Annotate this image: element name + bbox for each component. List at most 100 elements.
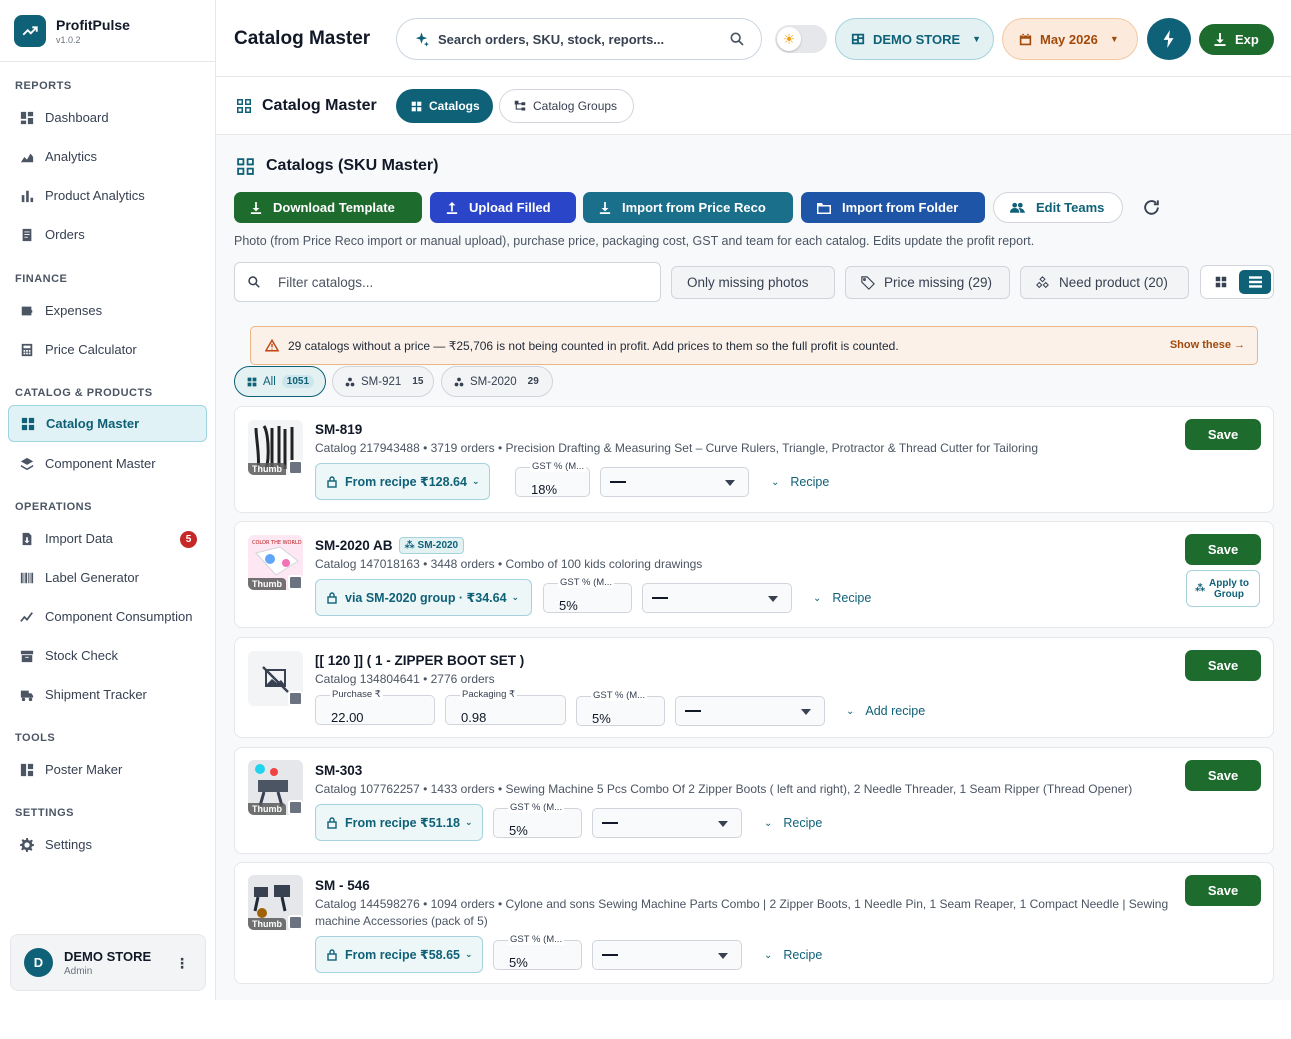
sidebar-item-label-generator[interactable]: Label Generator [0, 558, 215, 597]
sidebar-item-settings[interactable]: Settings [0, 825, 215, 864]
recipe-link[interactable]: ⌄Recipe [764, 816, 822, 830]
add-recipe-link[interactable]: ⌄Add recipe [846, 704, 925, 718]
camera-icon[interactable] [288, 800, 303, 815]
dashboard-icon [20, 111, 34, 125]
upload-filled-button[interactable]: Upload Filled [430, 192, 576, 223]
purchase-price-field[interactable]: Purchase ₹22.00 [315, 695, 435, 725]
grid-view-icon[interactable] [1205, 270, 1236, 294]
export-button[interactable]: Exp [1199, 24, 1274, 55]
field-label: GST % (M... [508, 934, 564, 945]
refresh-icon[interactable] [1142, 198, 1161, 217]
product-thumbnail[interactable]: COLOR THE WORLD Thumb [248, 535, 303, 590]
list-view-icon[interactable] [1239, 270, 1271, 294]
sidebar-item-orders[interactable]: Orders [0, 215, 215, 254]
recipe-cost-button[interactable]: From recipe ₹58.65⌄ [315, 936, 483, 973]
save-button[interactable]: Save [1185, 419, 1261, 450]
save-button[interactable]: Save [1185, 534, 1261, 565]
packaging-cost-field[interactable]: Packaging ₹0.98 [445, 695, 566, 725]
chip-label: Only missing photos [687, 275, 809, 290]
download-template-button[interactable]: Download Template [234, 192, 422, 223]
month-selector[interactable]: May 2026 ▼ [1002, 18, 1138, 60]
button-label: Import from Price Reco [622, 200, 766, 215]
gst-field[interactable]: GST % (M...5% [493, 940, 582, 970]
team-select[interactable] [592, 940, 742, 970]
team-select[interactable] [642, 583, 792, 613]
recipe-label: via SM-2020 group · ₹34.64 [345, 590, 507, 605]
team-select[interactable] [675, 696, 825, 726]
edit-teams-button[interactable]: Edit Teams [993, 192, 1123, 223]
group-tab-all[interactable]: All1051 [234, 366, 326, 397]
chip-price-missing[interactable]: Price missing (29) [845, 266, 1010, 299]
apply-to-group-button[interactable]: ⁂Apply to Group [1186, 570, 1260, 607]
camera-icon[interactable] [288, 915, 303, 930]
grid-icon [236, 157, 255, 176]
sidebar-item-catalog-master[interactable]: Catalog Master [8, 405, 207, 442]
search-icon[interactable] [729, 31, 745, 47]
camera-icon[interactable] [288, 575, 303, 590]
caret-down-icon [718, 953, 728, 959]
group-tab-sm-921[interactable]: SM-92115 [332, 366, 434, 397]
store-selector[interactable]: DEMO STORE ▼ [835, 18, 994, 60]
field-label: Packaging ₹ [460, 689, 517, 700]
tab-catalog-groups[interactable]: Catalog Groups [499, 89, 634, 123]
chip-missing-photos[interactable]: Only missing photos [671, 266, 835, 299]
sidebar-item-shipment-tracker[interactable]: Shipment Tracker [0, 675, 215, 714]
sku-text: SM-2020 AB [315, 538, 393, 553]
recipe-cost-button[interactable]: From recipe ₹51.18⌄ [315, 804, 483, 841]
packaging-value: 0.98 [461, 710, 486, 725]
import-price-reco-button[interactable]: Import from Price Reco [583, 192, 793, 223]
gst-field[interactable]: GST % (M...5% [543, 583, 632, 613]
caret-down-icon [718, 821, 728, 827]
quick-action-button[interactable] [1147, 18, 1191, 60]
nav-section-settings: SETTINGS [0, 803, 215, 823]
sidebar-item-poster-maker[interactable]: Poster Maker [0, 750, 215, 789]
save-button[interactable]: Save [1185, 650, 1261, 681]
product-thumbnail[interactable] [248, 651, 303, 706]
tab-catalogs[interactable]: Catalogs [396, 89, 493, 123]
theme-toggle[interactable]: ☀ [775, 25, 827, 53]
sidebar-item-analytics[interactable]: Analytics [0, 137, 215, 176]
filter-catalogs-input[interactable]: Filter catalogs... [234, 262, 661, 302]
recipe-link[interactable]: ⌄Recipe [813, 591, 871, 605]
search-input[interactable]: Search orders, SKU, stock, reports... [438, 32, 729, 47]
sidebar-item-import-data[interactable]: Import Data5 [0, 519, 215, 558]
kebab-menu-icon[interactable]: ⋮ [175, 955, 189, 972]
product-thumbnail[interactable]: Thumb [248, 420, 303, 475]
global-search[interactable]: Search orders, SKU, stock, reports... [396, 18, 762, 60]
sidebar-item-expenses[interactable]: Expenses [0, 291, 215, 330]
sidebar-item-product-analytics[interactable]: Product Analytics [0, 176, 215, 215]
camera-icon[interactable] [288, 460, 303, 475]
sidebar-item-component-consumption[interactable]: Component Consumption [0, 597, 215, 636]
archive-icon [20, 649, 34, 663]
save-button[interactable]: Save [1185, 760, 1261, 791]
recipe-link[interactable]: ⌄Recipe [764, 948, 822, 962]
grid-icon [236, 98, 252, 114]
recipe-cost-button[interactable]: via SM-2020 group · ₹34.64⌄ [315, 579, 532, 616]
team-select[interactable] [600, 467, 749, 497]
catalog-meta: Catalog 147018163 • 3448 orders • Combo … [315, 556, 1195, 573]
import-folder-button[interactable]: Import from Folder [801, 192, 985, 223]
gst-field[interactable]: GST % (M...5% [493, 808, 582, 838]
gst-field[interactable]: GST % (M...18% [515, 467, 590, 497]
group-tab-sm-2020[interactable]: SM-202029 [441, 366, 553, 397]
recipe-cost-button[interactable]: From recipe ₹128.64⌄ [315, 463, 490, 500]
gst-field[interactable]: GST % (M...5% [576, 696, 665, 726]
sidebar-item-label: Component Consumption [45, 609, 192, 624]
sidebar-item-label: Product Analytics [45, 188, 145, 203]
sidebar-item-price-calculator[interactable]: Price Calculator [0, 330, 215, 369]
chevron-down-icon: ⌄ [465, 949, 473, 960]
button-label: Download Template [273, 200, 395, 215]
camera-icon[interactable] [288, 691, 303, 706]
user-card[interactable]: D DEMO STORE Admin ⋮ [10, 934, 206, 991]
save-button[interactable]: Save [1185, 875, 1261, 906]
product-thumbnail[interactable]: Thumb [248, 875, 303, 930]
download-icon [250, 202, 262, 214]
show-these-link[interactable]: Show these → [1170, 339, 1245, 351]
chip-need-product[interactable]: Need product (20) [1020, 266, 1189, 299]
team-select[interactable] [592, 808, 742, 838]
product-thumbnail[interactable]: Thumb [248, 760, 303, 815]
sidebar-item-stock-check[interactable]: Stock Check [0, 636, 215, 675]
sidebar-item-component-master[interactable]: Component Master [0, 444, 215, 483]
recipe-link[interactable]: ⌄Recipe [771, 475, 829, 489]
sidebar-item-dashboard[interactable]: Dashboard [0, 98, 215, 137]
